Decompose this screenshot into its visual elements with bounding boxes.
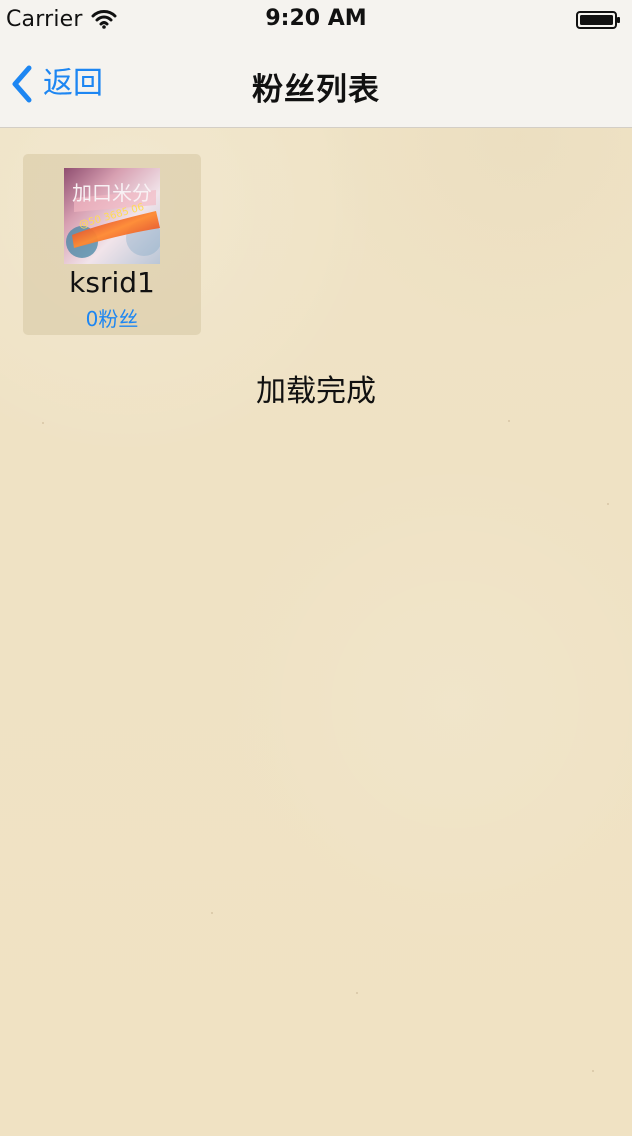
avatar-title-text: 加口米分 bbox=[72, 181, 152, 205]
background-speck bbox=[607, 503, 609, 505]
avatar-image: 加口米分 @50 3685 06 bbox=[64, 168, 160, 264]
background-speck bbox=[356, 992, 358, 994]
fan-name: ksrid1 bbox=[69, 266, 155, 299]
background-speck bbox=[42, 422, 44, 424]
page-title: 粉丝列表 bbox=[252, 72, 380, 108]
status-bar: Carrier 9:20 AM bbox=[0, 0, 632, 40]
background-speck bbox=[508, 420, 510, 422]
avatar[interactable]: 加口米分 @50 3685 06 bbox=[64, 168, 160, 264]
load-status: 加载完成 bbox=[256, 374, 376, 409]
background-speck bbox=[211, 912, 213, 914]
navigation-bar: 返回 粉丝列表 bbox=[0, 40, 632, 128]
fan-count: 0粉丝 bbox=[85, 307, 139, 331]
status-time: 9:20 AM bbox=[265, 6, 367, 31]
battery-icon bbox=[576, 11, 620, 29]
background-speck bbox=[592, 1070, 594, 1072]
fan-card[interactable]: 加口米分 @50 3685 06 ksrid1 0粉丝 bbox=[23, 154, 201, 335]
